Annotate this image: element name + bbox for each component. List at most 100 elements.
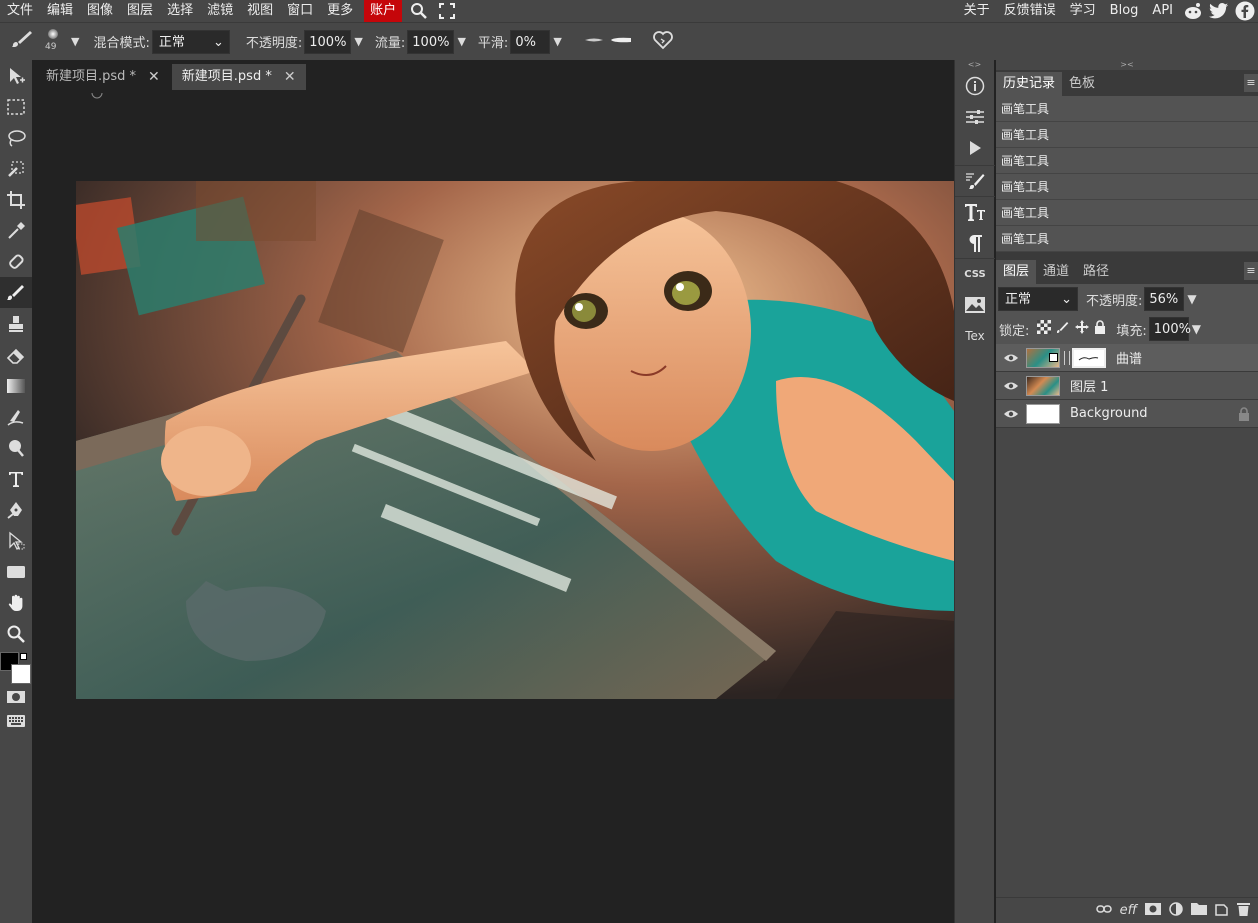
opacity-input[interactable]: 100% xyxy=(304,29,352,54)
move-tool-icon[interactable] xyxy=(0,60,32,91)
add-mask-icon[interactable] xyxy=(1145,902,1161,919)
quick-mask-icon[interactable] xyxy=(0,685,32,709)
brush-dropdown-chevron-icon[interactable]: ▼ xyxy=(71,35,79,48)
color-swatches[interactable] xyxy=(0,649,32,685)
menu-learn[interactable]: 学习 xyxy=(1063,0,1103,22)
search-icon[interactable] xyxy=(408,0,430,22)
pen-tool-icon[interactable] xyxy=(0,494,32,525)
layer-blend-mode-select[interactable]: 正常 ⌄ xyxy=(998,287,1078,311)
reddit-icon[interactable] xyxy=(1183,1,1203,21)
background-color-swatch[interactable] xyxy=(11,664,31,684)
menu-more[interactable]: 更多 xyxy=(320,0,360,22)
eyedropper-tool-icon[interactable] xyxy=(0,215,32,246)
facebook-icon[interactable] xyxy=(1235,1,1255,21)
tab-channels[interactable]: 通道 xyxy=(1036,260,1076,284)
canvas-image[interactable] xyxy=(76,181,954,699)
css-button[interactable]: CSS xyxy=(955,258,995,289)
keyboard-icon[interactable] xyxy=(0,709,32,733)
panel-menu-icon[interactable]: ≡ xyxy=(1244,74,1258,92)
smudge-tool-icon[interactable] xyxy=(0,401,32,432)
close-icon[interactable]: ✕ xyxy=(284,64,296,90)
fullscreen-icon[interactable] xyxy=(436,0,458,22)
clone-stamp-tool-icon[interactable] xyxy=(0,308,32,339)
link-chain-icon[interactable] xyxy=(1064,350,1070,365)
panel-menu-icon[interactable]: ≡ xyxy=(1244,262,1258,280)
document-tab-active[interactable]: 新建项目.psd * ✕ xyxy=(171,64,306,90)
history-item[interactable]: 画笔工具 xyxy=(996,122,1258,148)
eye-icon[interactable] xyxy=(996,353,1026,363)
hand-tool-icon[interactable] xyxy=(0,587,32,618)
eye-icon[interactable] xyxy=(996,381,1026,391)
zoom-tool-icon[interactable] xyxy=(0,618,32,649)
menu-layer[interactable]: 图层 xyxy=(120,0,160,22)
default-colors-icon[interactable] xyxy=(20,653,27,660)
tab-swatches[interactable]: 色板 xyxy=(1062,72,1102,96)
tab-history[interactable]: 历史记录 xyxy=(996,72,1063,96)
crop-tool-icon[interactable] xyxy=(0,184,32,215)
gradient-tool-icon[interactable] xyxy=(0,370,32,401)
layer-row[interactable]: 曲谱 xyxy=(996,344,1258,372)
history-item[interactable]: 画笔工具 xyxy=(996,148,1258,174)
smoothing-slider-toggle-icon[interactable]: ▼ xyxy=(553,35,561,48)
menu-edit[interactable]: 编辑 xyxy=(40,0,80,22)
heart-icon[interactable] xyxy=(652,30,674,54)
tex-button[interactable]: Tex xyxy=(955,320,995,351)
new-layer-icon[interactable] xyxy=(1215,902,1229,920)
menu-file[interactable]: 文件 xyxy=(0,0,40,22)
image-icon[interactable] xyxy=(955,289,995,320)
eye-icon[interactable] xyxy=(996,409,1026,419)
brush-tool-icon[interactable] xyxy=(0,277,32,308)
layer-mask-thumbnail[interactable] xyxy=(1072,347,1106,368)
info-icon[interactable] xyxy=(955,70,995,101)
play-actions-icon[interactable] xyxy=(955,132,995,163)
menu-view[interactable]: 视图 xyxy=(240,0,280,22)
pressure-opacity-icon[interactable] xyxy=(610,34,632,49)
history-item[interactable]: 画笔工具 xyxy=(996,174,1258,200)
smoothing-input[interactable]: 0% xyxy=(510,29,551,54)
account-button[interactable]: 账户 xyxy=(364,0,403,22)
history-item[interactable]: 画笔工具 xyxy=(996,226,1258,252)
adjustments-icon[interactable] xyxy=(955,101,995,132)
close-icon[interactable]: ✕ xyxy=(148,64,160,90)
adjustment-layer-icon[interactable] xyxy=(1169,901,1183,920)
pressure-size-icon[interactable] xyxy=(584,34,604,49)
lock-all-icon[interactable] xyxy=(1094,320,1106,338)
menu-image[interactable]: 图像 xyxy=(80,0,120,22)
layer-effects-button[interactable]: eff xyxy=(1120,903,1137,918)
layer-row[interactable]: Background xyxy=(996,400,1258,428)
lock-pixels-brush-icon[interactable] xyxy=(1056,320,1070,338)
tab-layers[interactable]: 图层 xyxy=(996,260,1037,284)
blend-mode-select[interactable]: 正常 ⌄ xyxy=(151,29,230,54)
path-select-tool-icon[interactable] xyxy=(0,525,32,556)
lasso-tool-icon[interactable] xyxy=(0,122,32,153)
paragraph-icon[interactable] xyxy=(955,227,995,258)
menu-blog[interactable]: Blog xyxy=(1103,0,1146,22)
flow-slider-toggle-icon[interactable]: ▼ xyxy=(457,35,465,48)
marquee-tool-icon[interactable] xyxy=(0,91,32,122)
fill-toggle-icon[interactable]: ▼ xyxy=(1192,322,1201,336)
menu-report-bug[interactable]: 反馈错误 xyxy=(997,0,1063,22)
rectangle-tool-icon[interactable] xyxy=(0,556,32,587)
tab-paths[interactable]: 路径 xyxy=(1076,260,1116,284)
twitter-icon[interactable] xyxy=(1209,1,1229,21)
fill-input[interactable]: 100% xyxy=(1148,317,1191,341)
brush-preset-picker[interactable]: 49 xyxy=(42,27,68,57)
type-tool-icon[interactable] xyxy=(0,463,32,494)
link-layers-icon[interactable] xyxy=(1095,903,1112,918)
layer-opacity-toggle-icon[interactable]: ▼ xyxy=(1187,292,1196,306)
collapse-arrows-icon[interactable]: >< xyxy=(996,60,1258,70)
history-item[interactable]: 画笔工具 xyxy=(996,200,1258,226)
menu-select[interactable]: 选择 xyxy=(160,0,200,22)
lock-transparency-icon[interactable] xyxy=(1037,320,1052,338)
quick-select-tool-icon[interactable] xyxy=(0,153,32,184)
history-item[interactable]: 画笔工具 xyxy=(996,96,1258,122)
menu-filter[interactable]: 滤镜 xyxy=(200,0,240,22)
brush-tool-icon[interactable] xyxy=(10,29,36,55)
flow-input[interactable]: 100% xyxy=(407,29,455,54)
menu-api[interactable]: API xyxy=(1145,0,1180,22)
document-tab[interactable]: 新建项目.psd * ✕ xyxy=(36,64,170,90)
expand-arrows-icon[interactable]: <> xyxy=(955,60,994,70)
menu-window[interactable]: 窗口 xyxy=(280,0,320,22)
character-icon[interactable] xyxy=(955,196,995,227)
layer-row[interactable]: 图层 1 xyxy=(996,372,1258,400)
